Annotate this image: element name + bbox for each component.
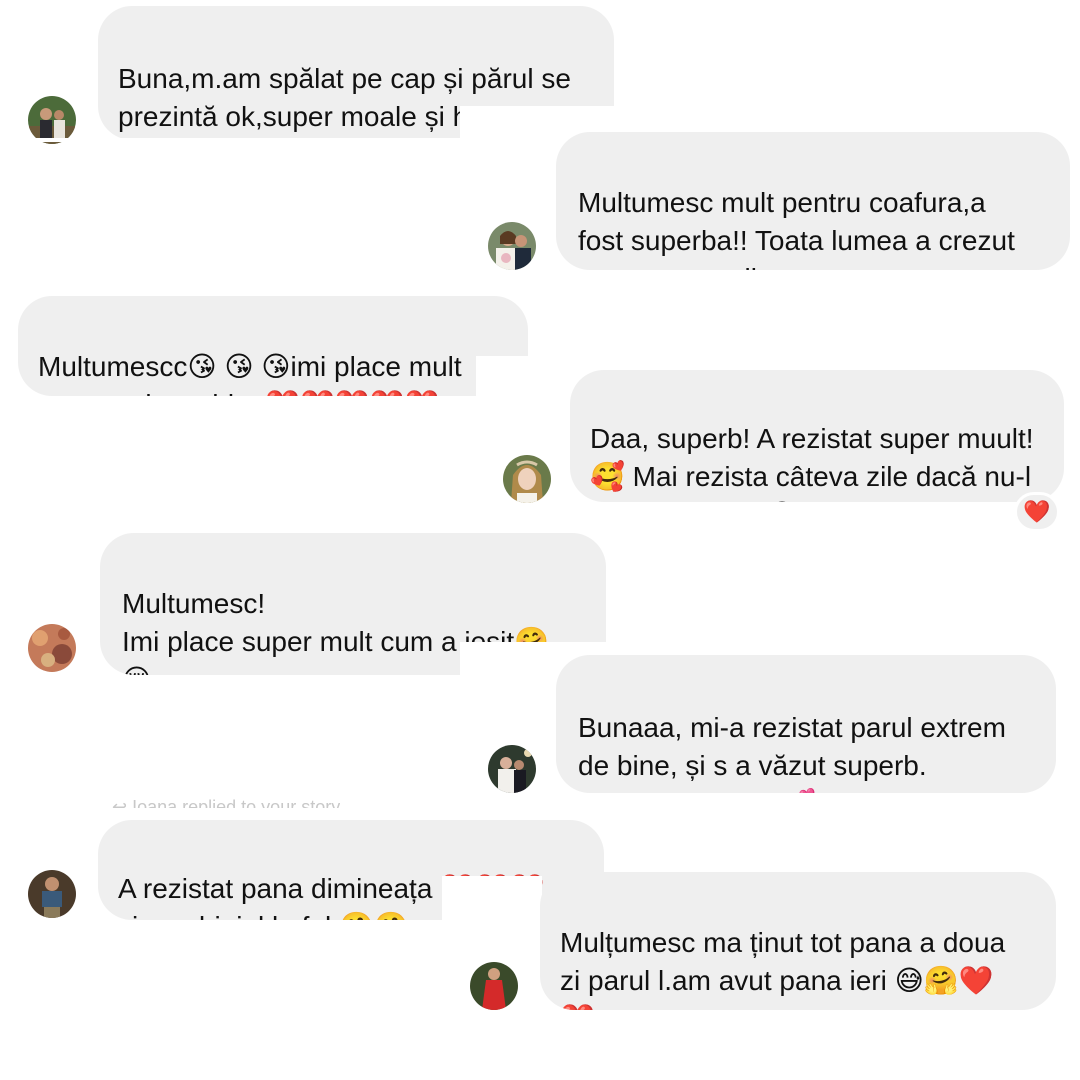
avatar-1[interactable] [28, 96, 76, 144]
avatar-5[interactable] [488, 745, 536, 793]
message-text-3: Multumescc😘 😘 😘imi place mult cum m ai m… [38, 351, 462, 396]
message-text-6: Bunaaa, mi-a rezistat parul extrem de bi… [578, 712, 1006, 793]
message-text-2: Multumesc mult pentru coafura,a fost sup… [578, 187, 1015, 270]
heart-icon: ❤️ [1023, 499, 1051, 524]
message-bubble-8: Mulțumesc ma ținut tot pana a doua zi pa… [540, 872, 1056, 1010]
crop-mask-7 [442, 876, 542, 924]
message-bubble-2: Multumesc mult pentru coafura,a fost sup… [556, 132, 1070, 270]
avatar-3[interactable] [503, 455, 551, 503]
heart-reaction[interactable]: ❤️ [1014, 492, 1060, 532]
avatar-4[interactable] [28, 624, 76, 672]
story-reply-text: ↩ Ioana replied to your story [112, 797, 341, 808]
chat-screenshot-collage: Buna,m.am spălat pe cap și părul se prez… [0, 0, 1080, 1080]
crop-mask-3 [476, 356, 536, 400]
message-text-8: Mulțumesc ma ținut tot pana a doua zi pa… [560, 927, 1006, 1010]
message-bubble-6: Bunaaa, mi-a rezistat parul extrem de bi… [556, 655, 1056, 793]
message-text-4: Daa, superb! A rezistat super muult! 🥰 M… [590, 423, 1034, 502]
avatar-6[interactable] [28, 870, 76, 918]
story-reply-note: ↩ Ioana replied to your story [112, 796, 340, 808]
message-bubble-3: Multumescc😘 😘 😘imi place mult cum m ai m… [18, 296, 528, 396]
avatar-7[interactable] [470, 962, 518, 1010]
message-bubble-4: Daa, superb! A rezistat super muult! 🥰 M… [570, 370, 1064, 502]
avatar-2[interactable] [488, 222, 536, 270]
